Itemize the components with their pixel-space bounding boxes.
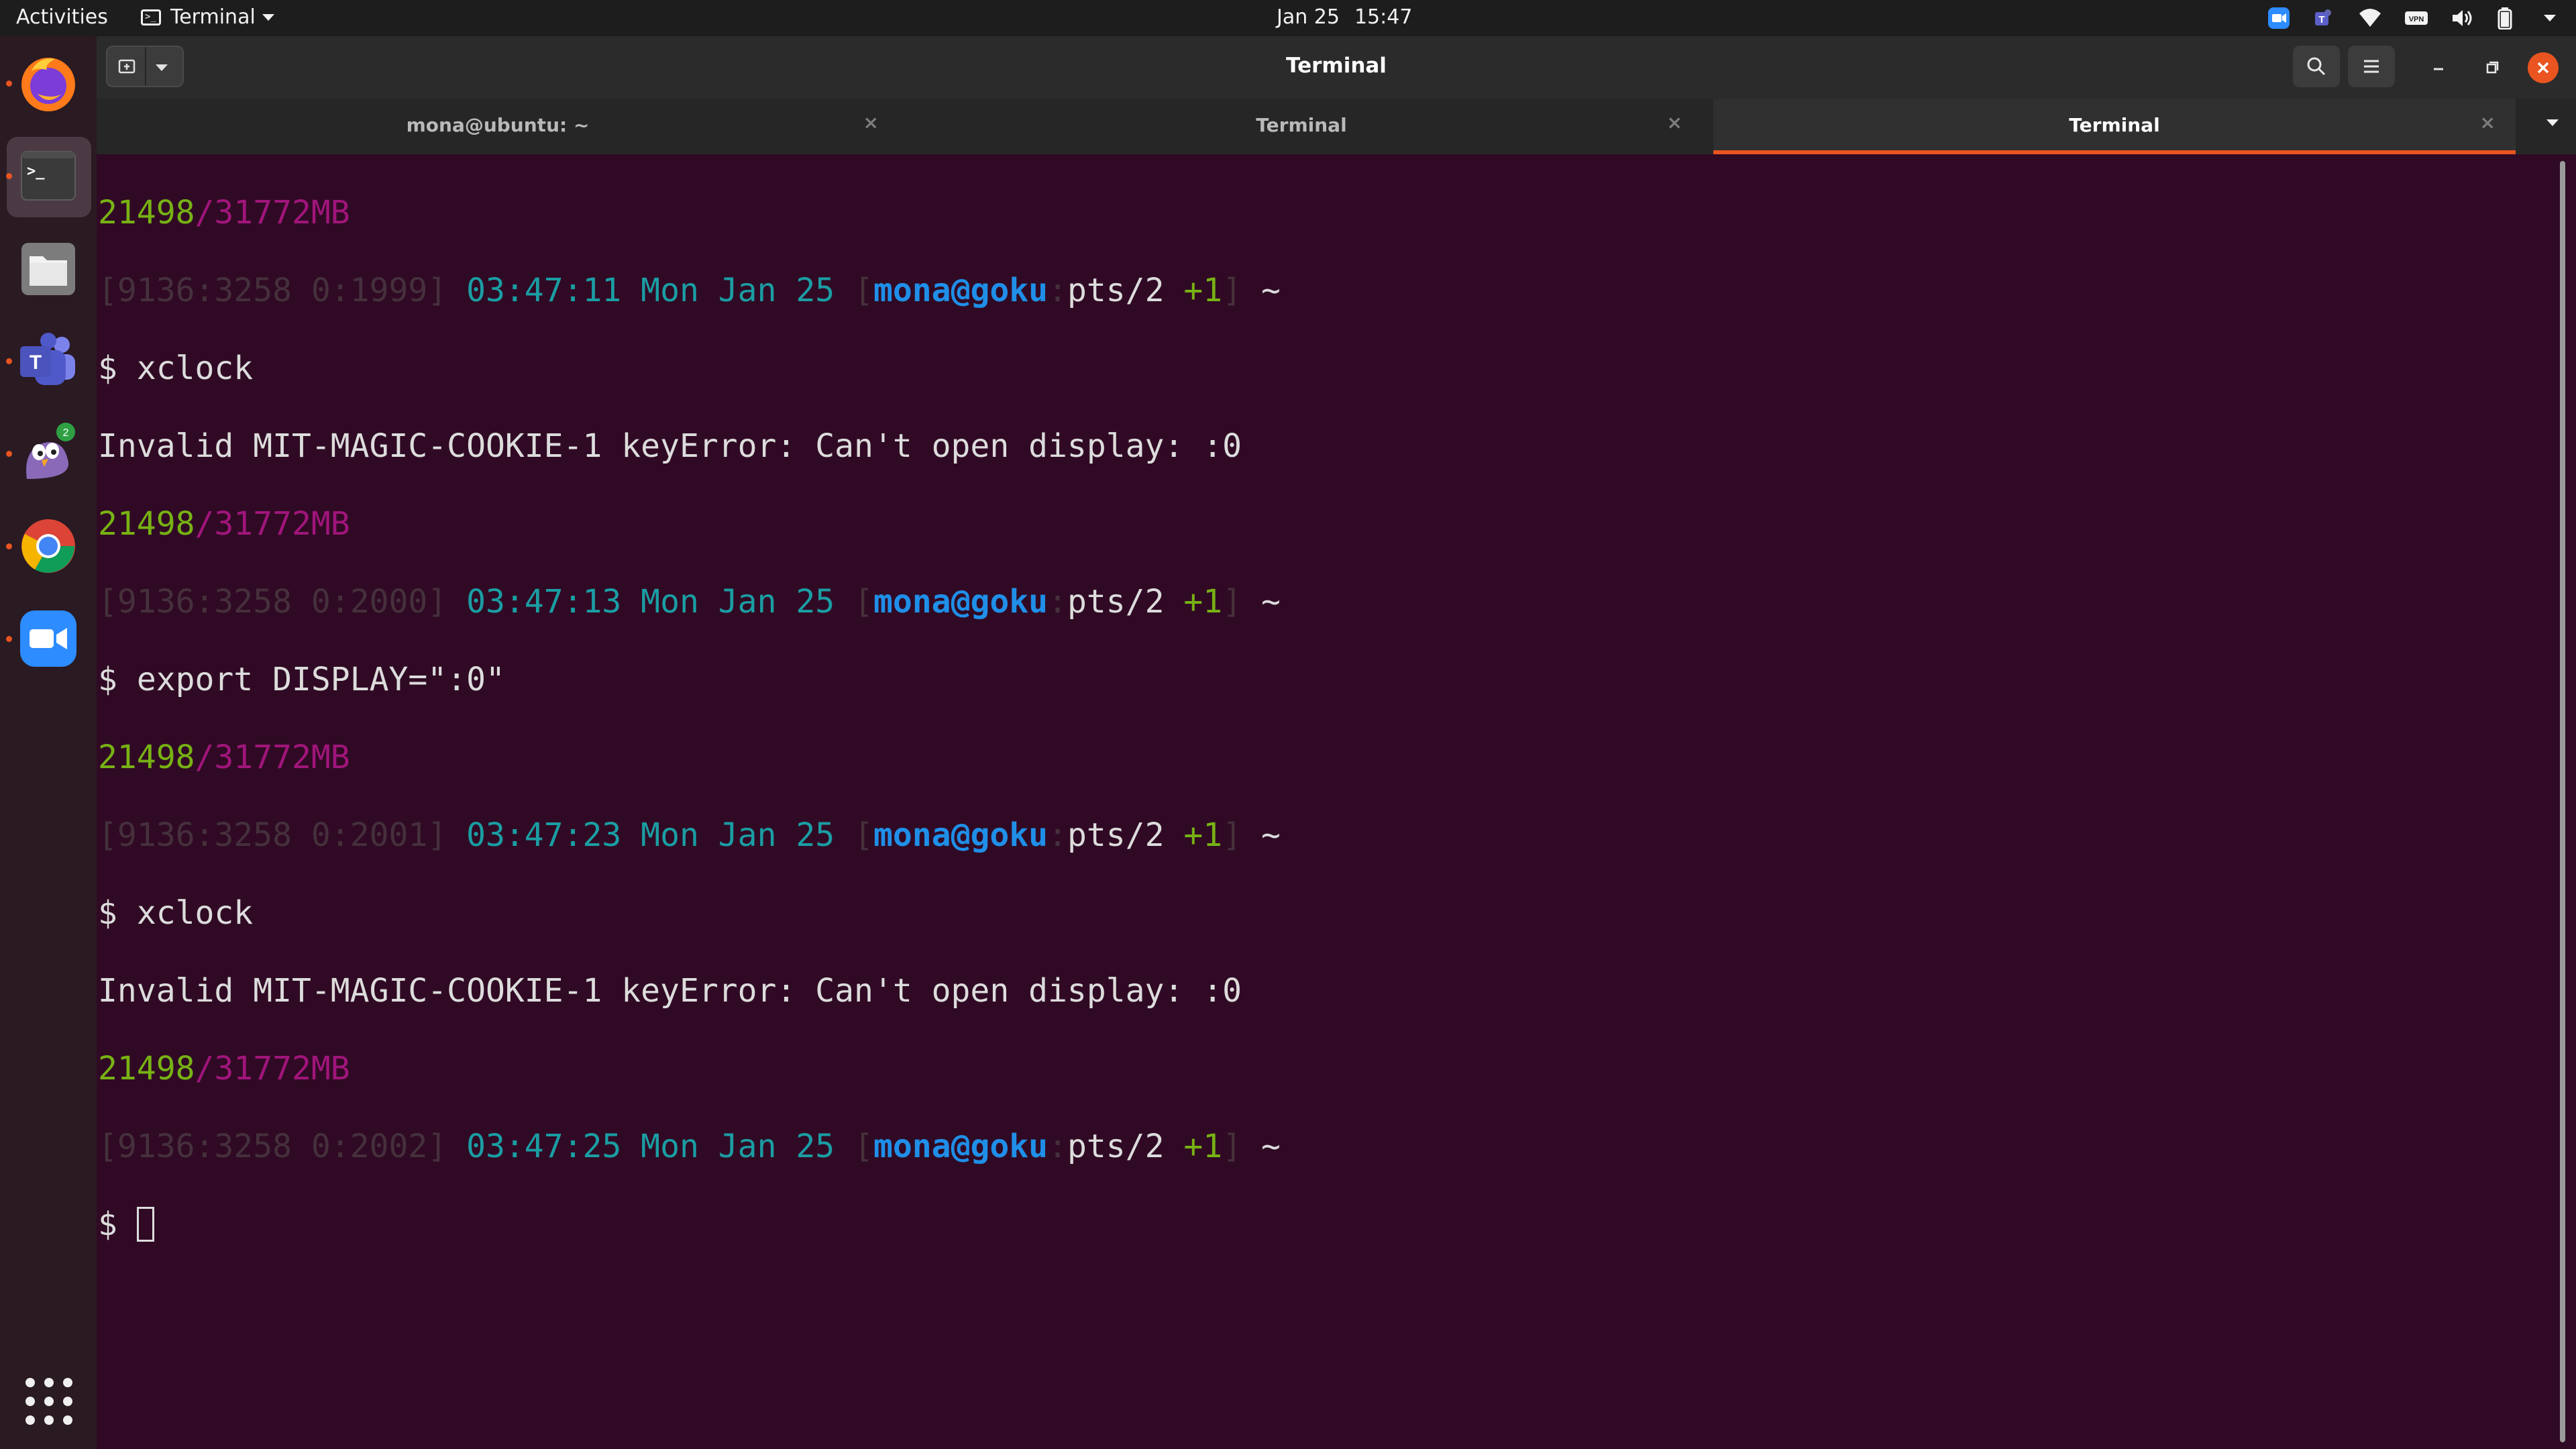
- show-applications-icon[interactable]: [25, 1378, 72, 1425]
- clock-time: 15:47: [1354, 5, 1413, 29]
- tab-label: mona@ubuntu: ~: [406, 114, 590, 136]
- system-menu-caret-icon[interactable]: [2544, 15, 2556, 21]
- error-line: Invalid MIT-MAGIC-COOKIE-1 keyError: Can…: [98, 427, 1242, 465]
- command-line: $ xclock: [98, 350, 254, 387]
- running-indicator: [6, 451, 12, 457]
- search-icon: [2307, 57, 2326, 76]
- terminal-window: Terminal mona@ubuntu: ~ × Terminal × Ter…: [97, 36, 2576, 1449]
- chevron-down-icon: [262, 13, 274, 21]
- minimize-button[interactable]: [2422, 52, 2455, 83]
- files-icon: [21, 243, 75, 295]
- tab-list-dropdown-icon[interactable]: [2546, 119, 2559, 126]
- tab-terminal-2[interactable]: Terminal ×: [900, 99, 1703, 154]
- command-line: $ export DISPLAY=":0": [98, 661, 505, 698]
- app-menu-label: Terminal: [170, 5, 256, 29]
- wifi-icon[interactable]: [2359, 8, 2381, 28]
- dock-item-pidgin[interactable]: 2: [0, 411, 97, 496]
- active-prompt-line: $: [98, 1205, 2556, 1244]
- zoom-tray-icon[interactable]: [2267, 7, 2290, 30]
- running-indicator: [6, 80, 12, 87]
- mem-line: 21498/31772MB: [98, 194, 350, 231]
- dock-item-terminal[interactable]: >_: [0, 133, 97, 219]
- prompt-line: [9136:3258 0:1999] 03:47:11 Mon Jan 25 […: [98, 272, 1281, 309]
- close-window-button[interactable]: [2528, 52, 2559, 83]
- text-cursor: [136, 1207, 154, 1242]
- tab-bar: mona@ubuntu: ~ × Terminal × Terminal ×: [97, 99, 2576, 154]
- running-indicator: [6, 358, 12, 364]
- activities-button[interactable]: Activities: [16, 5, 108, 29]
- pidgin-icon: 2: [26, 423, 75, 479]
- window-title: Terminal: [1286, 54, 1387, 78]
- battery-icon[interactable]: [2497, 7, 2514, 30]
- running-indicator: [6, 543, 12, 549]
- terminal-icon-glyph: >_: [27, 163, 45, 180]
- dock-item-chrome[interactable]: [0, 503, 97, 589]
- chrome-icon: [21, 519, 75, 573]
- maximize-button[interactable]: [2475, 52, 2509, 83]
- prompt-line: [9136:3258 0:2002] 03:47:25 Mon Jan 25 […: [98, 1128, 1281, 1165]
- hamburger-icon: [2364, 60, 2379, 73]
- prompt-line: [9136:3258 0:2001] 03:47:23 Mon Jan 25 […: [98, 816, 1281, 854]
- terminal-icon: >_: [21, 151, 76, 201]
- hamburger-menu-button[interactable]: [2348, 46, 2395, 87]
- app-menu[interactable]: >_ Terminal: [141, 5, 274, 29]
- dock-item-teams[interactable]: T: [0, 318, 97, 404]
- dock-item-firefox[interactable]: [0, 40, 97, 126]
- vpn-label: VPN: [2409, 15, 2424, 23]
- volume-icon[interactable]: [2451, 8, 2474, 28]
- minimize-icon: [2434, 68, 2443, 70]
- zoom-icon: [20, 610, 76, 667]
- tab-close-icon[interactable]: ×: [1667, 111, 1682, 133]
- pidgin-unread-badge: 2: [63, 427, 69, 439]
- close-icon: [2537, 62, 2549, 74]
- system-tray[interactable]: T VPN: [2267, 7, 2556, 30]
- teams-icon: T: [20, 333, 75, 385]
- search-button[interactable]: [2293, 46, 2340, 87]
- prompt-line: [9136:3258 0:2000] 03:47:13 Mon Jan 25 […: [98, 583, 1281, 621]
- command-line: $ xclock: [98, 894, 254, 932]
- mem-line: 21498/31772MB: [98, 505, 350, 543]
- tab-mona-ubuntu[interactable]: mona@ubuntu: ~ ×: [97, 99, 899, 154]
- mem-line: 21498/31772MB: [98, 739, 350, 776]
- terminal-small-icon: >_: [141, 9, 161, 25]
- dock-item-files[interactable]: [0, 225, 97, 311]
- svg-text:T: T: [2318, 14, 2324, 25]
- clock[interactable]: Jan 25 15:47: [1277, 5, 1427, 29]
- dock-item-zoom[interactable]: [0, 596, 97, 682]
- error-line: Invalid MIT-MAGIC-COOKIE-1 keyError: Can…: [98, 972, 1242, 1010]
- mem-line: 21498/31772MB: [98, 1050, 350, 1087]
- terminal-output[interactable]: 21498/31772MB [9136:3258 0:1999] 03:47:1…: [98, 154, 2556, 1449]
- scrollbar[interactable]: [2560, 161, 2565, 1442]
- svg-text:T: T: [30, 352, 42, 374]
- tab-close-icon[interactable]: ×: [2480, 111, 2496, 133]
- tab-label: Terminal: [2069, 114, 2160, 136]
- teams-tray-icon[interactable]: T: [2313, 7, 2336, 30]
- tab-close-icon[interactable]: ×: [863, 111, 879, 133]
- running-indicator: [6, 173, 12, 179]
- top-bar: Activities >_ Terminal Jan 25 15:47 T VPN: [0, 0, 2576, 36]
- firefox-icon: [21, 58, 75, 111]
- running-indicator: [6, 636, 12, 642]
- clock-date: Jan 25: [1277, 5, 1340, 29]
- tab-label: Terminal: [1256, 114, 1347, 136]
- tab-terminal-3[interactable]: Terminal ×: [1713, 99, 2516, 154]
- restore-icon: [2486, 61, 2499, 74]
- vpn-icon[interactable]: VPN: [2404, 8, 2428, 28]
- header-bar: Terminal: [97, 36, 2576, 101]
- dock: >_ T 2: [0, 36, 97, 1449]
